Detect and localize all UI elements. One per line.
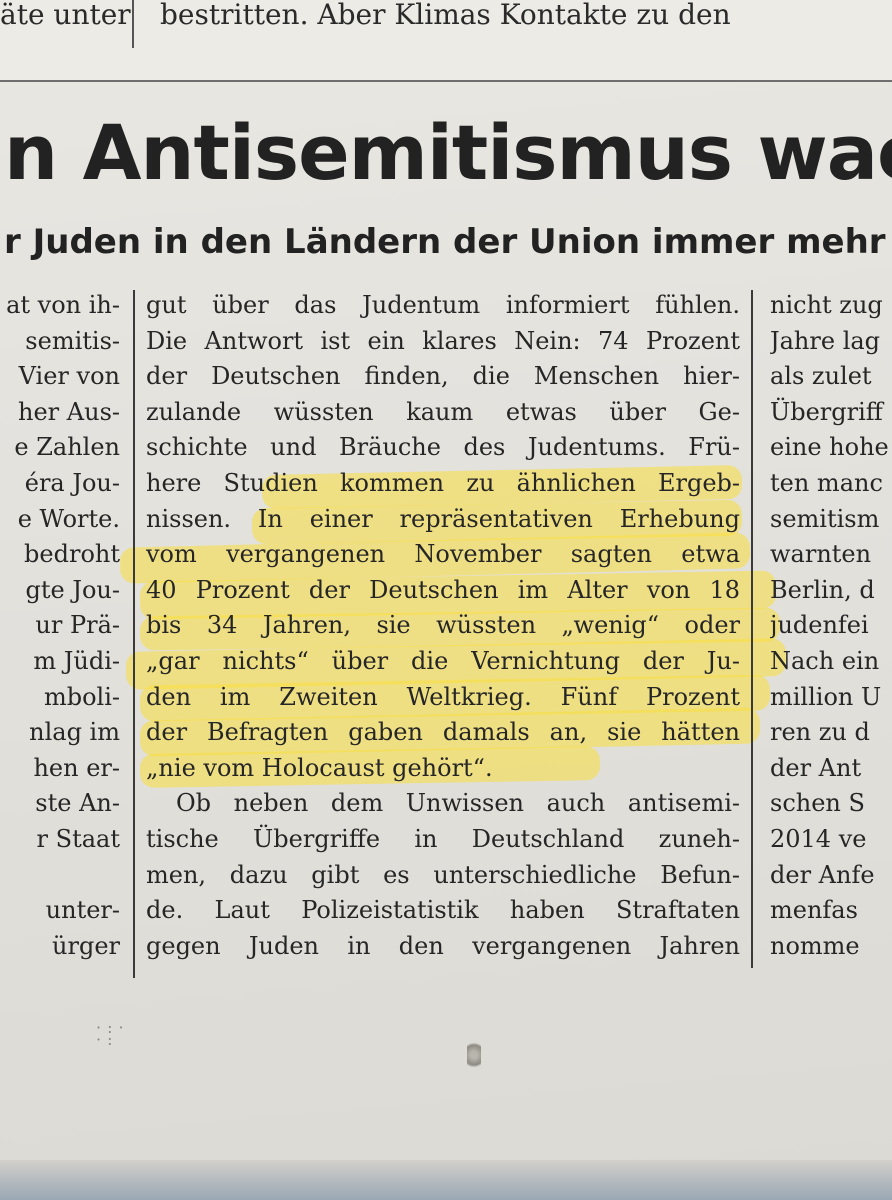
text-line: men, dazu gibt es unterschiedliche Befun…: [146, 860, 740, 889]
text-line: gte Jou-: [25, 575, 120, 604]
text-line: unter-: [45, 896, 120, 925]
text-line: der Ant: [770, 753, 862, 782]
text-line: eine hohe: [770, 433, 889, 462]
text-line: der Deutschen finden, die Menschen hier-: [146, 362, 740, 391]
staple-mark: [467, 1040, 481, 1070]
text-line: der Befragten gaben damals an, sie hätte…: [146, 718, 740, 747]
text-line: ur Prä-: [35, 611, 120, 640]
text-line: judenfei: [770, 611, 869, 640]
main-column-text: gut über das Judentum informiert fühlen.…: [146, 288, 740, 964]
text-line: 2014 ve: [770, 824, 867, 853]
text-line: ste An-: [35, 789, 120, 818]
text-line: éra Jou-: [24, 468, 120, 497]
text-line: Jahre lag: [770, 326, 881, 355]
headline: n Antisemitismus wachs: [4, 108, 892, 197]
text-line: here Studien kommen zu ähnlichen Ergeb-: [146, 468, 740, 497]
text-line: ten manc: [770, 468, 883, 497]
text-line: menfas: [770, 896, 858, 925]
text-line: „gar nichts“ über die Vernichtung der Ju…: [146, 646, 740, 675]
column-divider-left: [133, 290, 135, 978]
text-line: ürger: [52, 931, 120, 960]
text-line: semitis-: [25, 326, 120, 355]
text-line: Die Antwort ist ein klares Nein: 74 Proz…: [146, 326, 740, 355]
text-line: semitism: [770, 504, 880, 533]
text-line: nicht zug: [770, 291, 883, 319]
text-line: m Jüdi-: [33, 646, 120, 675]
text-line: Ob neben dem Unwissen auch antisemi-: [176, 789, 740, 818]
text-line: „nie vom Holocaust gehört“.: [146, 753, 493, 782]
text-line: tische Übergriffe in Deutschland zuneh-: [146, 824, 740, 853]
page-bottom-shadow: [0, 1160, 892, 1200]
text-line: der Anfe: [770, 860, 875, 889]
text-line: bedroht: [24, 540, 120, 569]
text-line: gegen Juden in den vergangenen Jahren: [146, 931, 740, 960]
text-line: ren zu d: [770, 718, 870, 747]
text-line: schichte und Bräuche des Judentums. Frü-: [146, 433, 740, 462]
subheadline: r Juden in den Ländern der Union immer m…: [4, 222, 892, 262]
text-line: Vier von: [18, 362, 120, 391]
text-line: vom vergangenen November sagten etwa: [146, 540, 740, 569]
text-line: nomme: [770, 931, 860, 960]
text-line: [0, 858, 122, 894]
text-line: at von ih-: [6, 291, 120, 319]
text-line: zulande wüssten kaum etwas über Ge-: [146, 397, 740, 426]
column-divider-right: [751, 290, 753, 968]
previous-article-left-text: äte unter: [0, 0, 131, 31]
text-line: million U: [770, 682, 882, 711]
text-line: Nach ein: [770, 646, 880, 675]
column-divider-top: [132, 0, 134, 48]
text-line: nlag im: [29, 718, 120, 747]
left-column-text: at von ih- semitis- Vier von her Aus- e …: [0, 288, 122, 964]
text-line: hen er-: [33, 753, 120, 782]
right-column-text: nicht zug Jahre lag als zulet Übergriff …: [770, 288, 892, 964]
text-line: Berlin, d: [770, 575, 875, 604]
text-line: r Staat: [36, 824, 120, 853]
text-line: als zulet: [770, 362, 872, 391]
text-line: 40 Prozent der Deutschen im Alter von 18: [146, 575, 740, 604]
text-line: gut über das Judentum informiert fühlen.: [146, 291, 740, 319]
text-line: de. Laut Polizeistatistik haben Straftat…: [146, 896, 740, 925]
text-line: Übergriff: [770, 397, 883, 426]
text-line: bis 34 Jahren, sie wüssten „wenig“ oder: [146, 611, 740, 640]
previous-article-right-text: bestritten. Aber Klimas Kontakte zu den: [160, 0, 731, 31]
text-line: her Aus-: [18, 397, 120, 426]
paper-speckle: ·:· ·:: [96, 1018, 130, 1049]
text-line: e Worte.: [17, 504, 120, 533]
text-line: den im Zweiten Weltkrieg. Fünf Prozent: [146, 682, 740, 711]
text-line: mboli-: [43, 682, 120, 711]
text-line: nissen. In einer repräsentativen Erhebun…: [146, 504, 740, 533]
previous-article-strip: äte unter bestritten. Aber Klimas Kontak…: [0, 0, 892, 82]
text-line: e Zahlen: [14, 433, 120, 462]
text-line: warnten: [770, 540, 872, 569]
text-line: schen S: [770, 789, 865, 818]
